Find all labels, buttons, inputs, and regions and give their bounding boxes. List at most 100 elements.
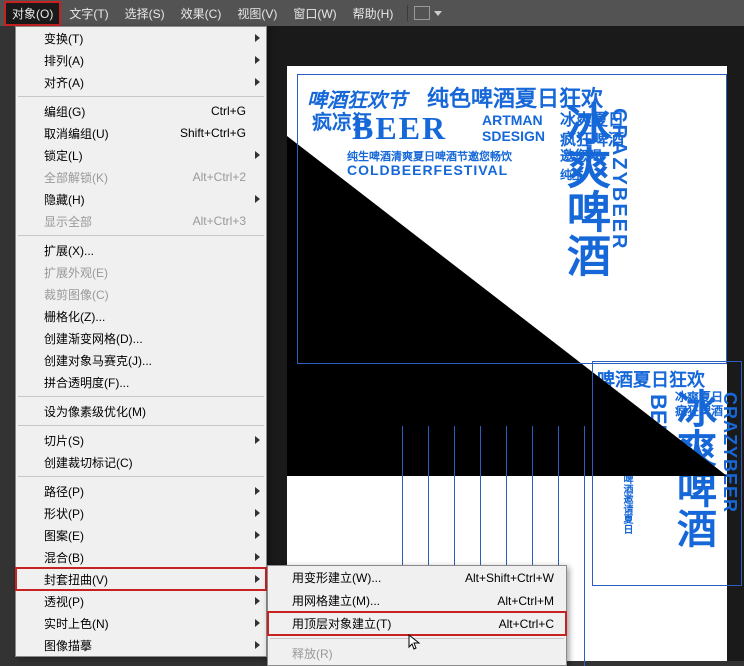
submenu-shortcut: Alt+Ctrl+C [499,617,554,631]
submenu-arrow-icon [255,195,260,203]
menu-item-label: 拼合透明度(F)... [44,374,246,391]
menu-item-label: 显示全部 [44,213,193,230]
menu-item[interactable]: 锁定(L) [16,144,266,166]
menu-item-label: 实时上色(N) [44,615,246,632]
menu-shortcut: Ctrl+G [211,104,246,118]
submenu-arrow-icon [255,509,260,517]
submenu-item-label: 用网格建立(M)... [292,592,497,609]
menu-divider [18,396,264,397]
submenu-arrow-icon [255,553,260,561]
menu-select[interactable]: 选择(S) [117,1,173,26]
submenu-arrow-icon [255,34,260,42]
submenu-arrow-icon [255,78,260,86]
menu-item[interactable]: 设为像素级优化(M) [16,400,266,422]
menu-item-label: 切片(S) [44,432,246,449]
menu-item[interactable]: 透视(P) [16,590,266,612]
menu-shortcut: Shift+Ctrl+G [180,126,246,140]
menu-item[interactable]: 隐藏(H) [16,188,266,210]
submenu-shortcut: Alt+Shift+Ctrl+W [465,571,554,585]
menu-item: 显示全部Alt+Ctrl+3 [16,210,266,232]
menu-shortcut: Alt+Ctrl+3 [193,214,246,228]
menu-item-label: 创建裁切标记(C) [44,454,246,471]
menu-item-label: 封套扭曲(V) [44,571,246,588]
menu-item-label: 全部解锁(K) [44,169,193,186]
submenu-arrow-icon [255,56,260,64]
menu-item[interactable]: 路径(P) [16,480,266,502]
menu-divider [18,96,264,97]
submenu-item[interactable]: 用网格建立(M)...Alt+Ctrl+M [268,589,566,612]
menu-divider [18,235,264,236]
menu-item-label: 扩展(X)... [44,242,246,259]
menu-item-label: 路径(P) [44,483,246,500]
menu-item[interactable]: 图像描摹 [16,634,266,656]
menu-item-label: 取消编组(U) [44,125,180,142]
menu-item[interactable]: 创建对象马赛克(J)... [16,349,266,371]
menu-help[interactable]: 帮助(H) [345,1,402,26]
menu-object[interactable]: 对象(O) [4,1,61,26]
menu-window[interactable]: 窗口(W) [285,1,344,26]
menu-item-label: 编组(G) [44,103,211,120]
submenu-arrow-icon [255,597,260,605]
mouse-cursor-icon [408,634,422,652]
selection-box[interactable] [592,361,742,586]
menu-item-label: 变换(T) [44,30,246,47]
menu-item: 裁剪图像(C) [16,283,266,305]
menu-item-label: 栅格化(Z)... [44,308,246,325]
menu-item[interactable]: 封套扭曲(V) [16,568,266,590]
menubar: 对象(O) 文字(T) 选择(S) 效果(C) 视图(V) 窗口(W) 帮助(H… [0,0,744,26]
menu-item[interactable]: 形状(P) [16,502,266,524]
selection-box[interactable] [297,74,727,364]
submenu-item-label: 释放(R) [292,645,554,662]
menu-item[interactable]: 变换(T) [16,27,266,49]
menu-item[interactable]: 创建渐变网格(D)... [16,327,266,349]
menu-item[interactable]: 图案(E) [16,524,266,546]
arrange-icon [414,6,430,20]
menu-item[interactable]: 扩展(X)... [16,239,266,261]
menu-item-label: 扩展外观(E) [44,264,246,281]
menu-item-label: 图案(E) [44,527,246,544]
submenu-arrow-icon [255,531,260,539]
menu-item-label: 设为像素级优化(M) [44,403,246,420]
menu-type[interactable]: 文字(T) [61,1,116,26]
submenu-arrow-icon [255,436,260,444]
menu-item-label: 对齐(A) [44,74,246,91]
object-menu-dropdown: 变换(T)排列(A)对齐(A)编组(G)Ctrl+G取消编组(U)Shift+C… [15,26,267,657]
menu-item-label: 锁定(L) [44,147,246,164]
menu-item[interactable]: 取消编组(U)Shift+Ctrl+G [16,122,266,144]
menu-item[interactable]: 编组(G)Ctrl+G [16,100,266,122]
submenu-arrow-icon [255,487,260,495]
submenu-item[interactable]: 用变形建立(W)...Alt+Shift+Ctrl+W [268,566,566,589]
submenu-item[interactable]: 用顶层对象建立(T)Alt+Ctrl+C [268,612,566,635]
menu-item: 全部解锁(K)Alt+Ctrl+2 [16,166,266,188]
menu-item[interactable]: 排列(A) [16,49,266,71]
menu-item[interactable]: 实时上色(N) [16,612,266,634]
menu-item-label: 创建对象马赛克(J)... [44,352,246,369]
submenu-arrow-icon [255,151,260,159]
menu-view[interactable]: 视图(V) [229,1,285,26]
menu-item[interactable]: 栅格化(Z)... [16,305,266,327]
menu-item[interactable]: 混合(B) [16,546,266,568]
menu-item[interactable]: 创建裁切标记(C) [16,451,266,473]
menu-effect[interactable]: 效果(C) [173,1,230,26]
menu-item[interactable]: 切片(S) [16,429,266,451]
submenu-arrow-icon [255,641,260,649]
menu-item-label: 排列(A) [44,52,246,69]
arrange-documents[interactable] [414,6,442,20]
menu-divider [18,425,264,426]
menu-item[interactable]: 对齐(A) [16,71,266,93]
submenu-item-label: 用变形建立(W)... [292,569,465,586]
submenu-shortcut: Alt+Ctrl+M [497,594,554,608]
submenu-arrow-icon [255,575,260,583]
menu-shortcut: Alt+Ctrl+2 [193,170,246,184]
chevron-down-icon [434,11,442,16]
menu-item: 扩展外观(E) [16,261,266,283]
menu-item-label: 透视(P) [44,593,246,610]
menu-item-label: 混合(B) [44,549,246,566]
menu-item-label: 裁剪图像(C) [44,286,246,303]
menubar-separator [407,5,408,21]
menu-item[interactable]: 拼合透明度(F)... [16,371,266,393]
menu-item-label: 隐藏(H) [44,191,246,208]
menu-divider [18,476,264,477]
menu-item-label: 创建渐变网格(D)... [44,330,246,347]
menu-item-label: 形状(P) [44,505,246,522]
